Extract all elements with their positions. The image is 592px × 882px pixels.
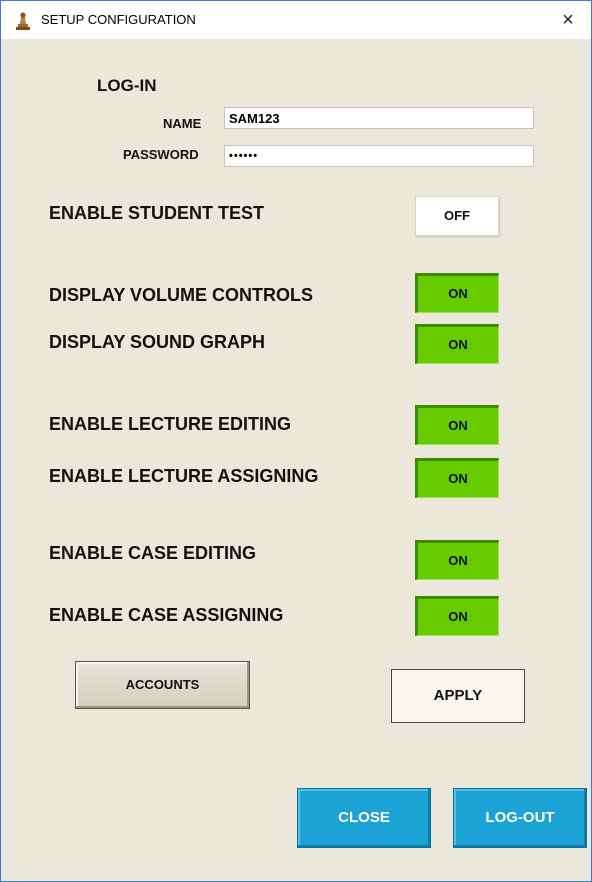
name-input[interactable]: [224, 107, 534, 129]
lecture-editing-toggle[interactable]: ON: [415, 405, 499, 445]
password-label: PASSWORD: [123, 147, 199, 162]
sound-graph-toggle[interactable]: ON: [415, 324, 499, 364]
sound-graph-label: DISPLAY SOUND GRAPH: [49, 332, 266, 352]
apply-button[interactable]: APPLY: [391, 669, 525, 723]
login-section-title: LOG-IN: [97, 76, 157, 95]
close-button[interactable]: CLOSE: [297, 788, 431, 848]
window-close-button[interactable]: ×: [545, 1, 591, 39]
volume-controls-toggle[interactable]: ON: [415, 273, 499, 313]
case-assigning-toggle[interactable]: ON: [415, 596, 499, 636]
volume-controls-label: DISPLAY VOLUME CONTROLS: [49, 285, 314, 305]
name-label: NAME: [163, 116, 202, 131]
student-test-label: ENABLE STUDENT TEST: [49, 203, 265, 223]
accounts-button[interactable]: ACCOUNTS: [75, 661, 250, 709]
password-input[interactable]: [224, 145, 534, 167]
window-title: SETUP CONFIGURATION: [41, 12, 196, 27]
lecture-editing-label: ENABLE LECTURE EDITING: [49, 414, 292, 434]
chess-pawn-icon: [15, 12, 31, 30]
case-editing-label: ENABLE CASE EDITING: [49, 543, 257, 563]
title-bar: SETUP CONFIGURATION ×: [1, 1, 591, 39]
setup-configuration-window: SETUP CONFIGURATION × LOG-IN NAME PASSWO…: [0, 0, 592, 882]
student-test-toggle[interactable]: OFF: [415, 196, 499, 236]
case-editing-toggle[interactable]: ON: [415, 540, 499, 580]
settings-panel: LOG-IN NAME PASSWORD ENABLE STUDENT TEST…: [1, 39, 591, 881]
lecture-assigning-toggle[interactable]: ON: [415, 458, 499, 498]
logout-button[interactable]: LOG-OUT: [453, 788, 587, 848]
case-assigning-label: ENABLE CASE ASSIGNING: [49, 605, 284, 625]
lecture-assigning-label: ENABLE LECTURE ASSIGNING: [49, 466, 319, 486]
